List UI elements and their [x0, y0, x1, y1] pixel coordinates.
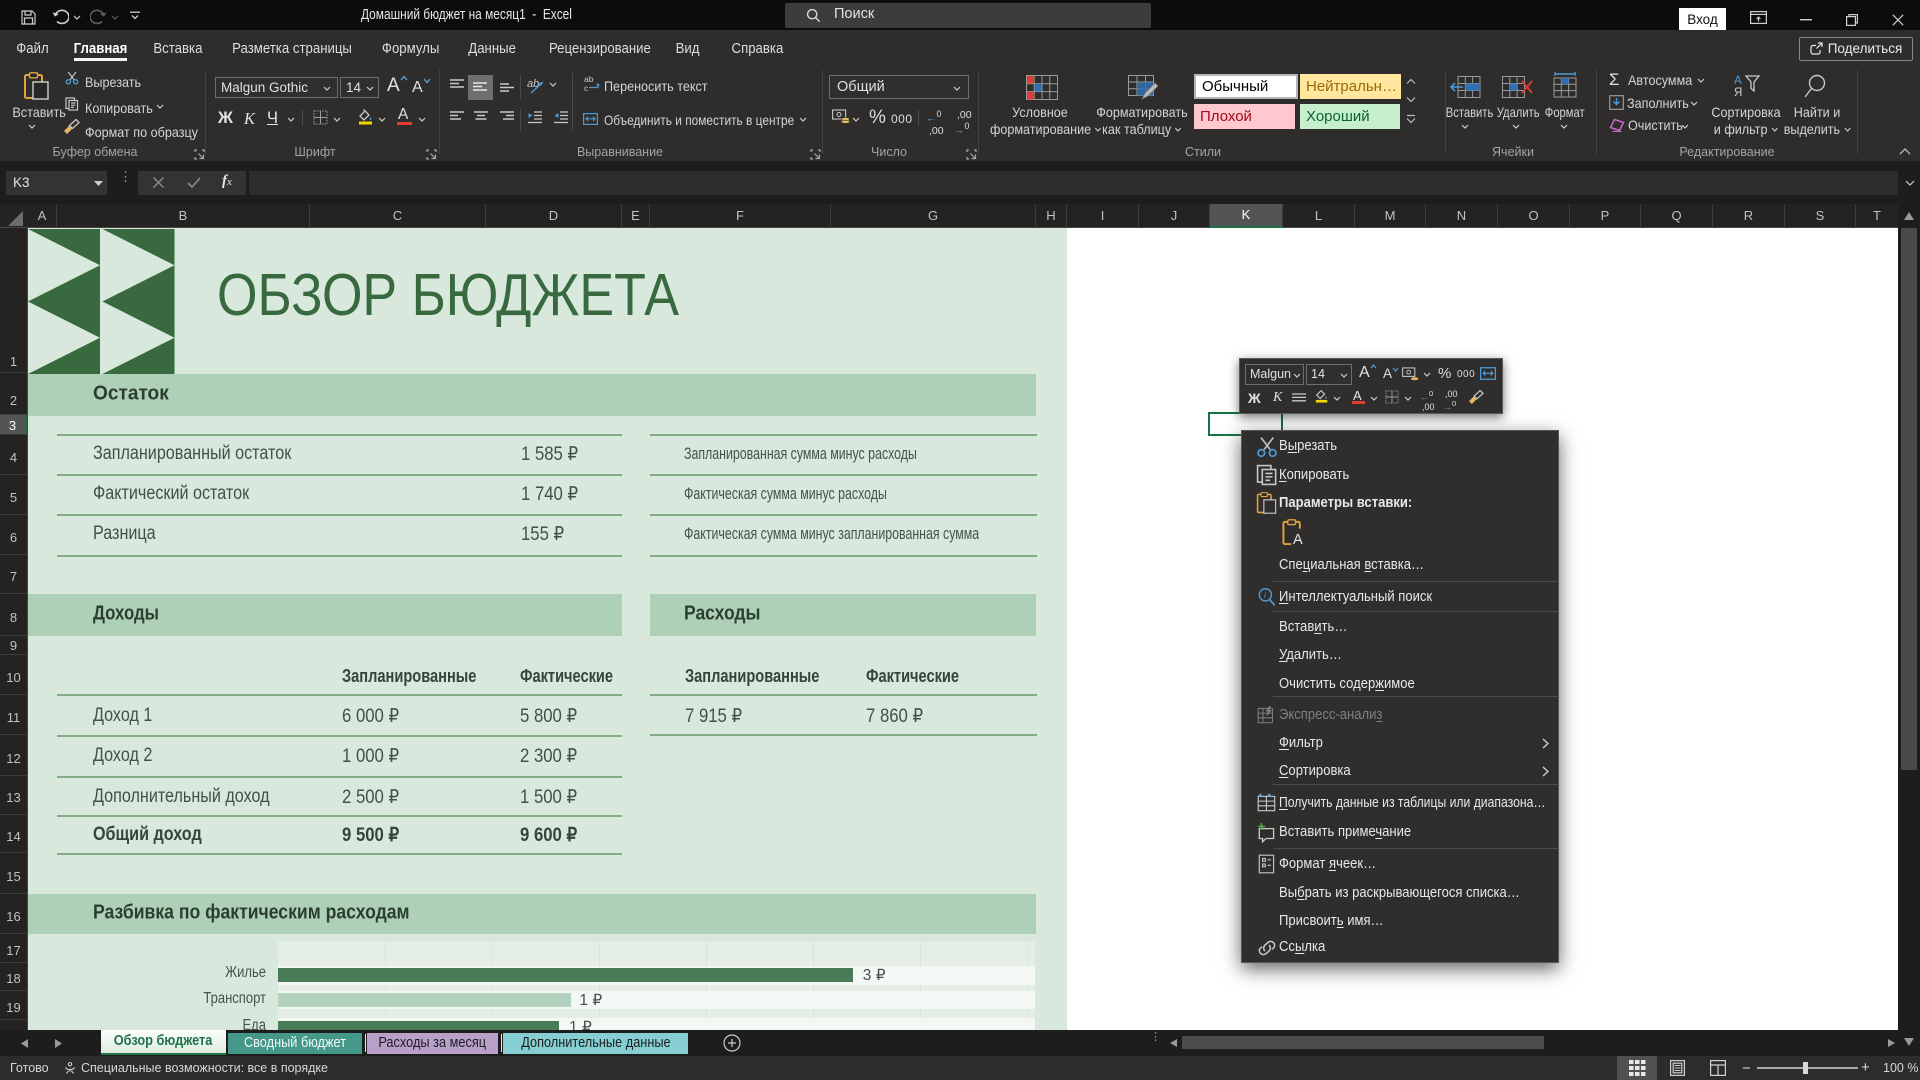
svg-text:ab: ab	[527, 78, 539, 90]
svg-text:Я: Я	[1734, 87, 1742, 99]
svg-text:i: i	[1264, 590, 1267, 600]
svg-text:А: А	[1734, 75, 1742, 87]
svg-text:А: А	[1293, 532, 1303, 546]
svg-text:c: c	[584, 83, 589, 93]
